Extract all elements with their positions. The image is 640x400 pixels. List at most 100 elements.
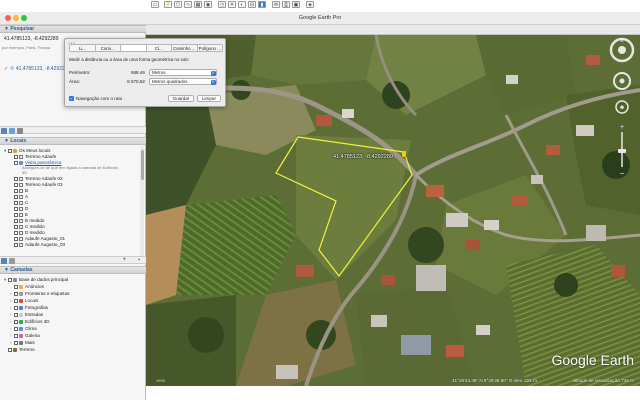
layer-item[interactable]: › Fronteiras e etiquetas <box>0 290 146 297</box>
marker-label: 41.4785123, -8.4292289 <box>333 154 393 160</box>
search-result[interactable]: ✓ ⚲ 41.4785123, -8.4292289 <box>4 66 70 72</box>
places-toolbar: + ▪ <box>0 256 146 264</box>
terrain-icon <box>13 347 17 352</box>
layer-checkbox[interactable] <box>8 347 12 352</box>
perimeter-unit-value: Metros <box>152 70 166 75</box>
layer-checkbox[interactable] <box>14 319 18 324</box>
layers-section-header[interactable]: ▼ Camadas <box>0 266 146 274</box>
buildings-3d-icon <box>19 319 23 324</box>
scrollbar-thumb[interactable] <box>140 150 144 180</box>
tour-button[interactable]: ◉ <box>204 1 212 8</box>
layer-checkbox[interactable] <box>14 333 18 338</box>
layer-checkbox[interactable] <box>14 305 18 310</box>
layer-item[interactable]: › Edifícios 3D <box>0 318 146 325</box>
planets-button[interactable]: ◐ <box>238 1 246 8</box>
weather-icon <box>19 326 23 331</box>
svg-text:☻: ☻ <box>619 105 625 111</box>
save-image-button[interactable]: ▣ <box>292 1 300 8</box>
layer-label: Terreno <box>19 347 35 352</box>
roads-icon <box>19 312 23 317</box>
layer-item[interactable]: › Galeria <box>0 332 146 339</box>
maps-button[interactable]: ◈ <box>306 1 314 8</box>
sidebar-toggle-button[interactable]: ▭ <box>151 1 159 8</box>
globe-icon[interactable] <box>1 258 7 264</box>
layer-checkbox[interactable] <box>14 340 18 345</box>
svg-text:+: + <box>620 124 624 131</box>
sun-button[interactable]: ☀ <box>228 1 236 8</box>
layer-checkbox[interactable] <box>8 277 12 282</box>
svg-text:−: − <box>620 169 625 178</box>
layer-item[interactable]: Terreno <box>0 346 146 353</box>
layer-item[interactable]: › Fotografias <box>0 304 146 311</box>
placemark-button[interactable]: ⚲ <box>164 1 172 8</box>
add-icon[interactable]: + <box>122 257 126 264</box>
measure-description: Medir a distância ou a área de uma forma… <box>69 57 189 62</box>
navigation-controls[interactable]: N ☻ + − <box>607 37 637 237</box>
tour-description: Assegure-se de que tem ligada a camada d… <box>0 165 118 175</box>
main-toolbar <box>146 25 640 35</box>
polygon-button[interactable]: ⬠ <box>174 1 182 8</box>
tab-3d-polygon[interactable]: Polígono ... <box>198 45 223 51</box>
svg-text:N: N <box>621 38 624 43</box>
layer-item[interactable]: › Mais <box>0 339 146 346</box>
chevron-updown-icon: ⇕ <box>210 79 216 85</box>
search-result-label: 41.4785123, -8.4292289 <box>15 66 71 72</box>
grid-icon[interactable]: ▪ <box>138 257 140 264</box>
ads-icon <box>19 284 23 289</box>
print-button[interactable]: ⎙ <box>282 1 290 8</box>
layer-checkbox[interactable] <box>14 326 18 331</box>
layer-checkbox[interactable] <box>14 284 18 289</box>
save-button[interactable]: Guardar <box>168 95 194 102</box>
google-earth-logo: Google Earth <box>551 352 635 368</box>
layer-label: Locais <box>25 298 39 303</box>
ruler-active-button[interactable]: ▮ <box>258 1 266 8</box>
tab-circle[interactable]: Cí... <box>147 45 172 51</box>
mouse-navigation-checkbox[interactable]: ✓ Navegação com o rato <box>69 96 122 102</box>
layer-label: Fronteiras e etiquetas <box>25 291 70 296</box>
search-hint: por exemplo, Paris, França <box>2 45 51 50</box>
perimeter-unit-select[interactable]: Metros ⇕ <box>149 69 217 76</box>
copy-icon[interactable] <box>9 128 15 134</box>
delete-icon[interactable] <box>17 128 23 134</box>
layer-item[interactable]: Anúncios <box>0 283 146 290</box>
layer-label: Edifícios 3D <box>25 319 50 324</box>
layer-item[interactable]: › Clima <box>0 325 146 332</box>
status-bar: 1993 41°28'43.49" N 8°25'38.60" O elev. … <box>146 375 640 385</box>
window-title: Google Earth Pro <box>298 15 342 21</box>
tab-selected-blank[interactable] <box>121 45 147 51</box>
measure-dialog: ● ● ● Li... Cami... Cí... Caminho ... Po… <box>64 38 226 107</box>
layer-item[interactable]: › Estradas <box>0 311 146 318</box>
history-button[interactable]: ◷ <box>218 1 226 8</box>
places-section-header[interactable]: ▼ Locais <box>0 137 146 145</box>
layer-checkbox[interactable] <box>14 298 18 303</box>
tab-line[interactable]: Li... <box>70 45 96 51</box>
path-button[interactable]: ∿ <box>184 1 192 8</box>
navigation-controls-graphic: N ☻ + − <box>609 37 635 178</box>
layer-label: Fotografias <box>25 305 48 310</box>
overlay-button[interactable]: ▦ <box>194 1 202 8</box>
places-item-label: Adaufe Augusto_03 <box>25 242 66 247</box>
perimeter-value: 568.46 <box>130 70 145 75</box>
pin-icon: ⚲ <box>10 66 14 72</box>
places-scrollbar[interactable] <box>140 146 144 256</box>
save-search-icon[interactable] <box>1 128 7 134</box>
panel-icon[interactable] <box>9 258 15 264</box>
search-header-label: Pesquisar <box>10 26 35 32</box>
clear-button[interactable]: Limpar <box>197 95 221 102</box>
chevron-updown-icon: ⇕ <box>210 70 216 76</box>
visibility-checkbox[interactable] <box>14 242 18 247</box>
area-unit-select[interactable]: Metros quadrados ⇕ <box>149 78 217 85</box>
layer-item[interactable]: ▾ Base de dados principal <box>0 276 146 283</box>
status-altitude: altitude de visualização 746 m <box>572 378 634 383</box>
tab-path[interactable]: Cami... <box>96 45 121 51</box>
measure-tabs: Li... Cami... Cí... Caminho ... Polígono… <box>69 44 223 52</box>
area-label: Área: <box>69 79 80 84</box>
layer-item[interactable]: › Locais <box>0 297 146 304</box>
layer-checkbox[interactable] <box>14 312 18 317</box>
tab-3d-path[interactable]: Caminho ... <box>172 45 198 51</box>
email-button[interactable]: ✉ <box>272 1 280 8</box>
layer-checkbox[interactable] <box>14 291 18 296</box>
ruler-button[interactable]: ⊟ <box>248 1 256 8</box>
search-section-header[interactable]: ▼ Pesquisar <box>0 25 146 33</box>
places-item[interactable]: Adaufe Augusto_03 <box>0 241 146 248</box>
